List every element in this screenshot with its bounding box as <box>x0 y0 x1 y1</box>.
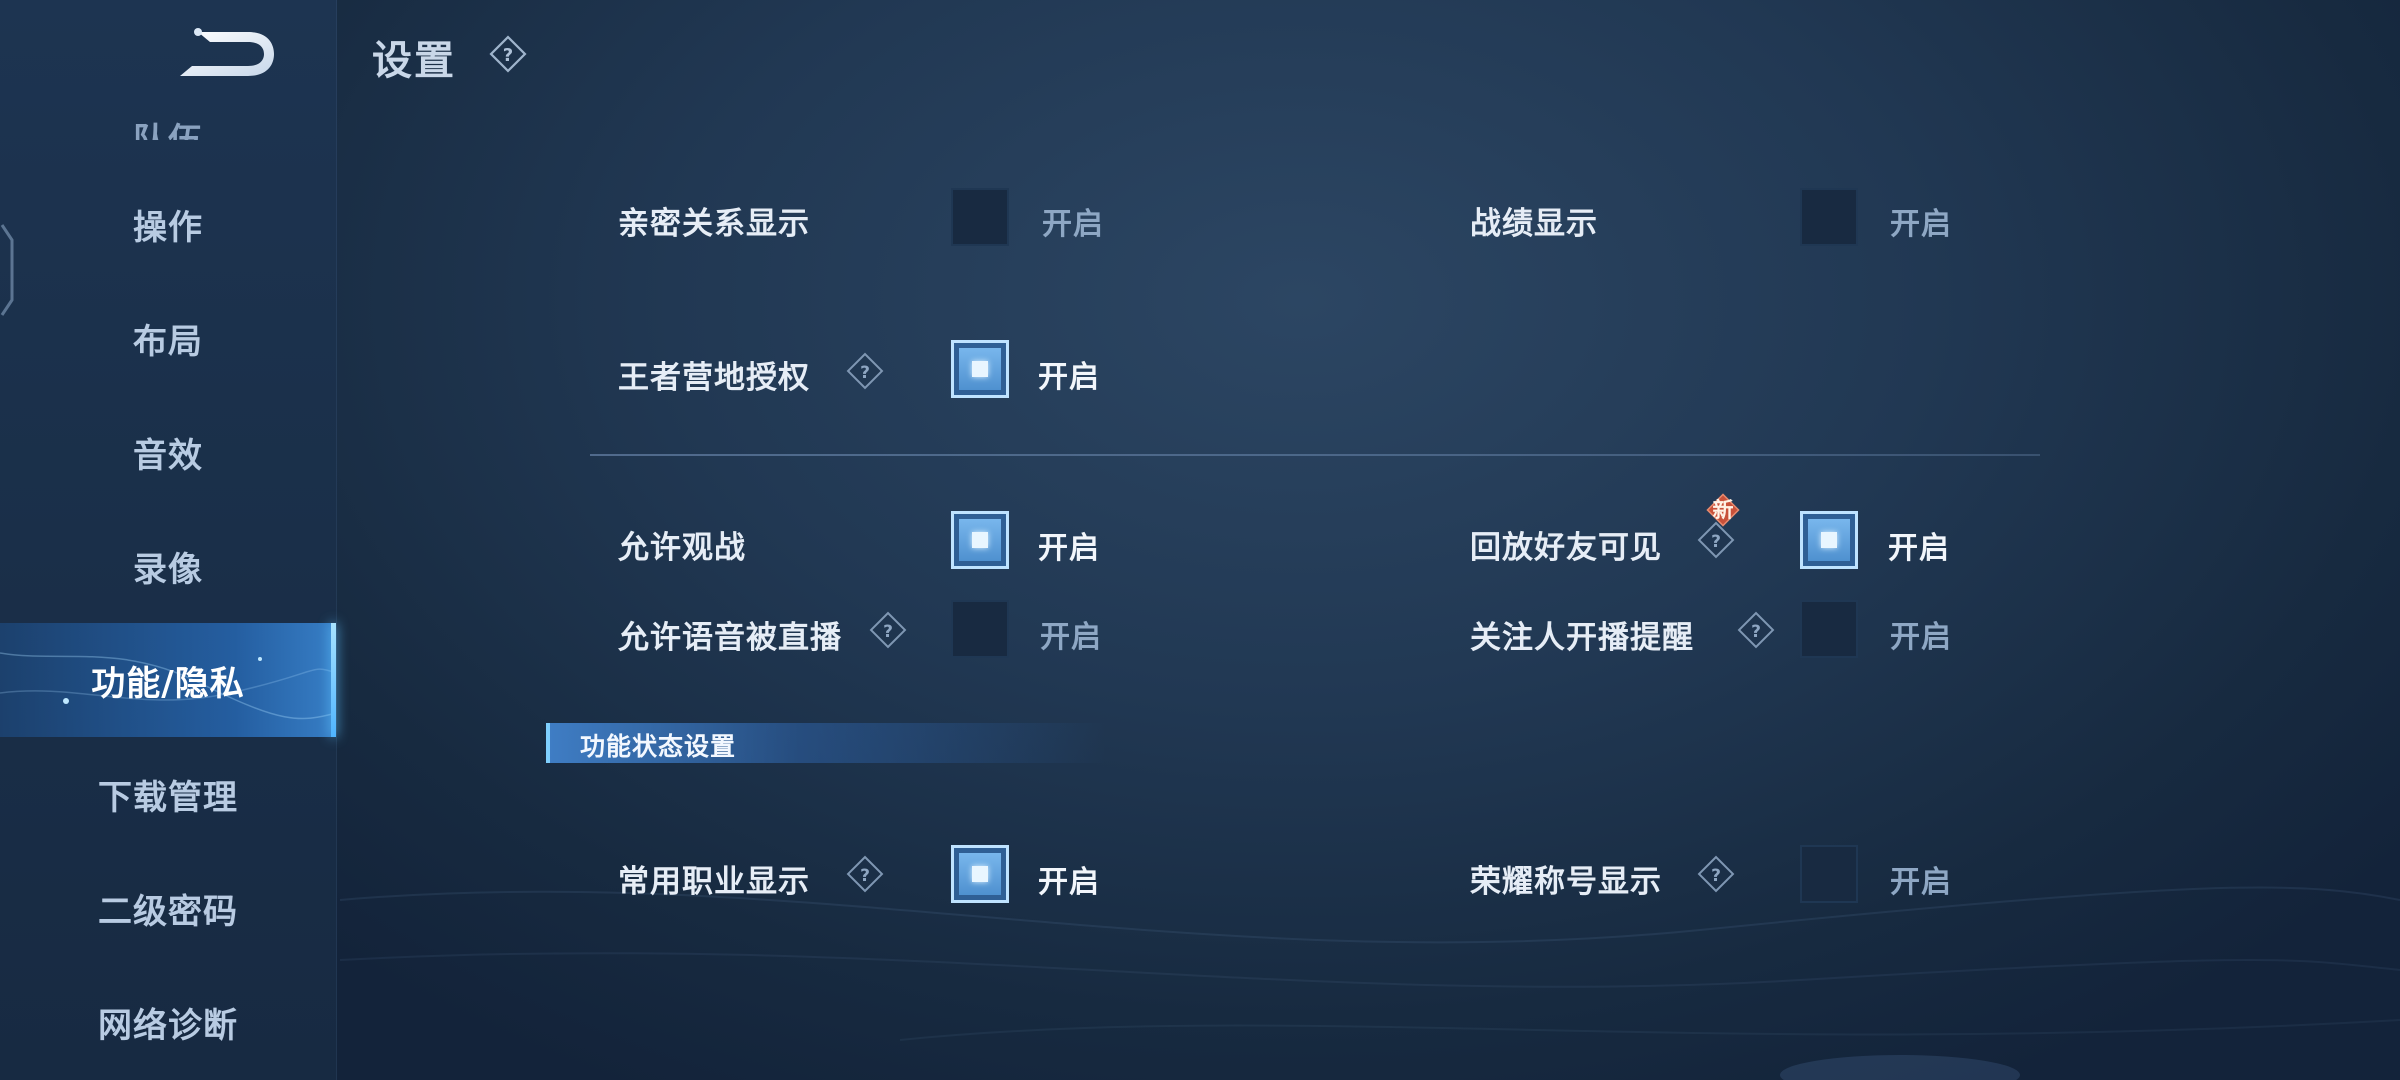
sidebar-item-function-privacy[interactable]: 功能/隐私 <box>0 623 336 737</box>
replay-friends-visible-state: 开启 <box>1888 531 1950 566</box>
help-icon[interactable]: ? <box>1696 854 1736 894</box>
common-role-display-checkbox[interactable] <box>951 845 1009 903</box>
honor-title-display-state: 开启 <box>1890 865 1952 900</box>
svg-text:?: ? <box>1711 866 1721 886</box>
sidebar-item-recording[interactable]: 录像 <box>0 509 336 623</box>
honor-title-display-label: 荣耀称号显示 <box>1470 864 1662 900</box>
svg-text:?: ? <box>1711 532 1721 552</box>
sidebar-item-network-diagnosis[interactable]: 网络诊断 <box>0 965 336 1079</box>
sidebar-item-sound[interactable]: 音效 <box>0 395 336 509</box>
sidebar: 队伍 操作 布局 音效 录像 功能/隐私 下载管理 二级密码 网络诊断 <box>0 0 337 1080</box>
allow-voice-live-checkbox[interactable] <box>951 600 1009 658</box>
sidebar-item-label: 二级密码 <box>98 891 238 932</box>
page-title: 设置 <box>372 38 456 84</box>
sidebar-item-controls[interactable]: 操作 <box>0 167 336 281</box>
common-role-display-label: 常用职业显示 <box>618 864 810 900</box>
record-display-checkbox[interactable] <box>1800 188 1858 246</box>
follow-live-remind-checkbox[interactable] <box>1800 600 1858 658</box>
background-wave-decoration <box>339 886 2400 1080</box>
help-icon[interactable]: ? <box>845 854 885 894</box>
section-header-title: 功能状态设置 <box>580 732 737 761</box>
sidebar-item-label: 录像 <box>133 549 203 590</box>
sidebar-item-secondary-password[interactable]: 二级密码 <box>0 851 336 965</box>
camp-auth-checkbox[interactable] <box>951 340 1009 398</box>
checkmark-icon <box>972 361 988 377</box>
record-display-label: 战绩显示 <box>1470 206 1598 242</box>
replay-friends-visible-checkbox[interactable] <box>1800 511 1858 569</box>
sidebar-item-label: 布局 <box>133 321 203 362</box>
allow-spectate-checkbox[interactable] <box>951 511 1009 569</box>
follow-live-remind-state: 开启 <box>1890 620 1952 655</box>
sidebar-item-downloads[interactable]: 下载管理 <box>0 737 336 851</box>
checkmark-icon <box>972 866 988 882</box>
follow-live-remind-label: 关注人开播提醒 <box>1470 620 1694 656</box>
sidebar-item-layout[interactable]: 布局 <box>0 281 336 395</box>
allow-voice-live-state: 开启 <box>1040 620 1102 655</box>
common-role-display-state: 开启 <box>1038 865 1100 900</box>
sidebar-item-label: 操作 <box>133 207 203 248</box>
active-indicator <box>331 623 336 737</box>
allow-voice-live-label: 允许语音被直播 <box>618 620 842 656</box>
allow-spectate-label: 允许观战 <box>618 530 746 566</box>
help-icon[interactable]: ? <box>868 610 908 650</box>
sidebar-item-label: 下载管理 <box>98 777 238 818</box>
sidebar-item-partial[interactable]: 队伍 <box>0 100 336 140</box>
help-icon[interactable]: ? <box>488 34 528 74</box>
svg-text:?: ? <box>860 866 870 886</box>
allow-spectate-state: 开启 <box>1038 531 1100 566</box>
camp-auth-state: 开启 <box>1038 360 1100 395</box>
svg-text:?: ? <box>883 622 893 642</box>
checkmark-icon <box>972 532 988 548</box>
new-badge-label: 新 <box>1712 498 1734 522</box>
section-divider <box>590 454 2040 456</box>
intimacy-display-label: 亲密关系显示 <box>618 206 810 242</box>
honor-title-display-checkbox[interactable] <box>1800 845 1858 903</box>
sidebar-item-label: 功能/隐私 <box>91 663 245 704</box>
help-icon[interactable]: ? <box>1736 610 1776 650</box>
svg-text:?: ? <box>503 45 513 66</box>
svg-text:?: ? <box>1751 622 1761 642</box>
back-arrow-icon[interactable] <box>170 22 280 86</box>
sidebar-item-label: 音效 <box>133 435 203 476</box>
replay-friends-visible-label: 回放好友可见 <box>1470 530 1662 566</box>
checkmark-icon <box>1821 532 1837 548</box>
svg-text:?: ? <box>860 363 870 383</box>
sidebar-item-label: 网络诊断 <box>98 1005 238 1046</box>
intimacy-display-checkbox[interactable] <box>951 188 1009 246</box>
camp-auth-label: 王者营地授权 <box>618 360 810 396</box>
record-display-state: 开启 <box>1890 207 1952 242</box>
intimacy-display-state: 开启 <box>1042 207 1104 242</box>
help-icon[interactable]: ? <box>845 351 885 391</box>
